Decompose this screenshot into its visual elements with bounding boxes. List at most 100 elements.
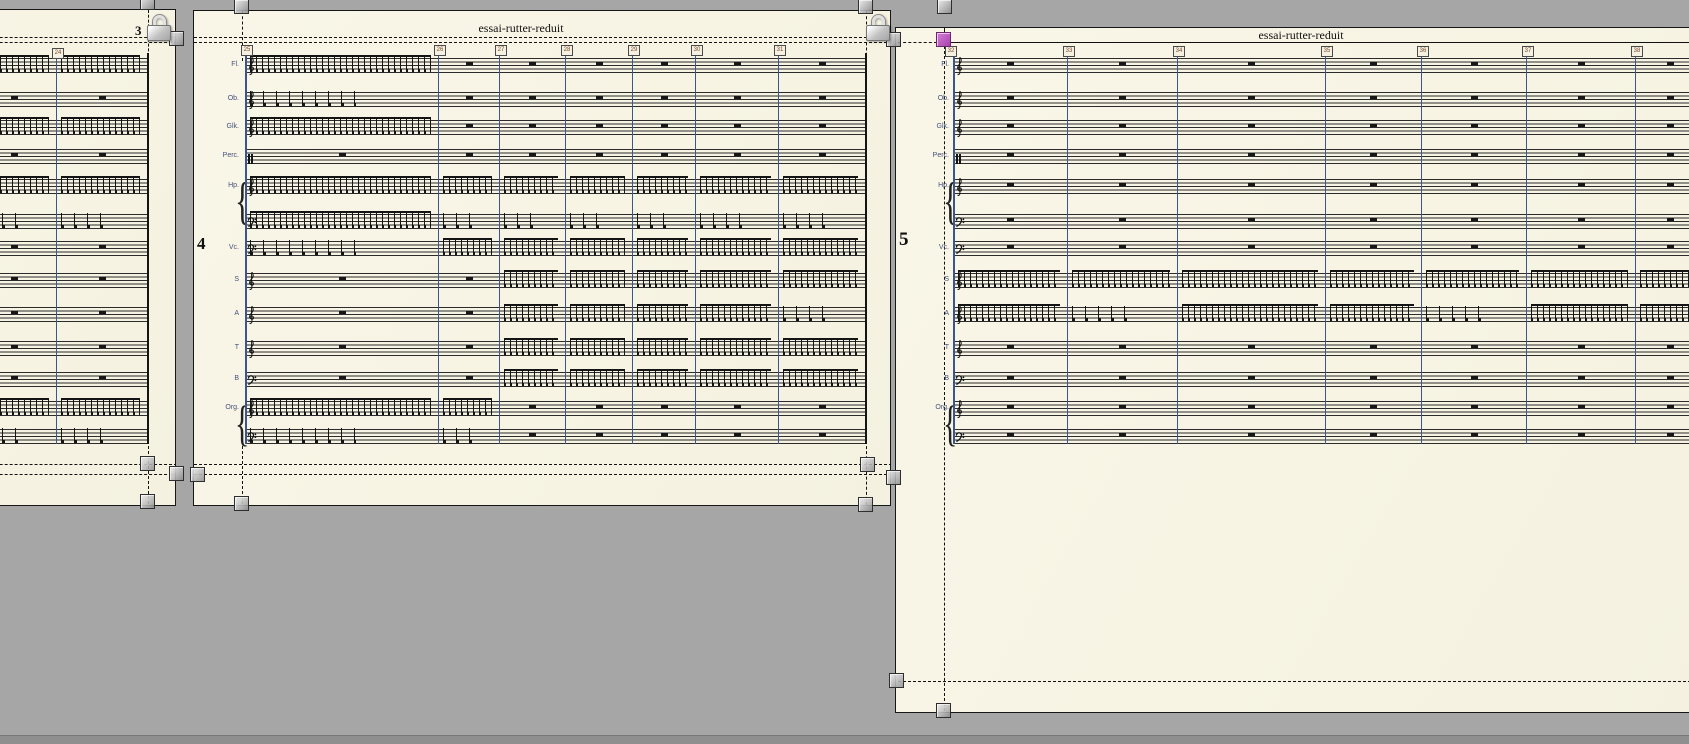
selected-margin-handle[interactable] (936, 32, 951, 47)
whole-rest (1471, 405, 1478, 408)
whole-rest (1119, 405, 1126, 408)
staff-ob (0, 92, 147, 107)
lock-icon[interactable] (146, 15, 172, 42)
bar-number-box[interactable]: 38 (1631, 46, 1643, 57)
margin-handle[interactable] (169, 466, 184, 481)
whole-rest (1471, 245, 1478, 248)
bar-number-box[interactable]: 33 (1063, 46, 1075, 57)
whole-rest (1119, 153, 1126, 156)
margin-handle[interactable] (937, 0, 952, 14)
whole-rest (1578, 62, 1585, 65)
whole-rest (1471, 376, 1478, 379)
note-run (61, 426, 111, 444)
whole-rest (1248, 62, 1255, 65)
staff-t (0, 341, 147, 356)
lock-body (866, 25, 890, 41)
whole-rest (1248, 153, 1255, 156)
margin-handle[interactable] (140, 494, 155, 509)
staff-a (0, 307, 147, 322)
margin-handle[interactable] (234, 0, 249, 14)
treble-clef-icon (247, 271, 256, 296)
page-title[interactable]: essai-rutter-reduit (478, 21, 563, 36)
whole-rest (1667, 96, 1674, 99)
staff-label-t: T (195, 344, 239, 352)
margin-handle[interactable] (858, 497, 873, 512)
bar-number-box[interactable]: 26 (434, 45, 446, 56)
note-run (1426, 304, 1484, 322)
margin-handle[interactable] (886, 470, 901, 485)
margin-handle[interactable] (936, 703, 951, 718)
note-run (700, 369, 771, 387)
bar-number-box[interactable]: 32 (945, 46, 957, 57)
score-page[interactable]: essai-rutter-reduit5Fl.Ob.Glk.Perc.Hp.{V… (895, 27, 1689, 713)
whole-rest (734, 433, 741, 436)
note-run (1182, 270, 1318, 288)
bar-number-box[interactable]: 37 (1522, 46, 1534, 57)
margin-guide (898, 681, 1689, 682)
note-run (637, 338, 688, 356)
whole-rest (339, 153, 346, 156)
note-run (1072, 304, 1133, 322)
margin-guide (898, 42, 937, 43)
bar-number-box[interactable]: 24 (52, 48, 64, 59)
note-run (637, 176, 688, 194)
bass-clef-icon (955, 215, 965, 233)
bar-number-box[interactable]: 27 (495, 45, 507, 56)
note-run (700, 338, 771, 356)
score-page[interactable]: essai-rutter-reduit4Fl.Ob.Glk.Perc.Hp.{V… (193, 10, 891, 506)
whole-rest (1248, 376, 1255, 379)
note-run (958, 304, 1060, 322)
whole-rest (1007, 218, 1014, 221)
page-number: 3 (135, 23, 142, 39)
staff-vc (0, 241, 147, 256)
whole-rest (529, 124, 536, 127)
bar-number-box[interactable]: 36 (1417, 46, 1429, 57)
whole-rest (466, 62, 473, 65)
bar-number-box[interactable]: 25 (241, 45, 253, 56)
note-run (637, 270, 688, 288)
bar-number-box[interactable]: 30 (691, 45, 703, 56)
margin-handle[interactable] (860, 457, 875, 472)
note-run (700, 270, 771, 288)
whole-rest (529, 153, 536, 156)
whole-rest (596, 62, 603, 65)
page-title[interactable]: essai-rutter-reduit (1258, 28, 1343, 43)
barline (438, 53, 439, 444)
bar-number-box[interactable]: 34 (1173, 46, 1185, 57)
treble-clef-icon (247, 305, 256, 330)
whole-rest (661, 62, 668, 65)
staff-ob (953, 92, 1689, 107)
whole-rest (1667, 433, 1674, 436)
bar-number-box[interactable]: 35 (1321, 46, 1333, 57)
staff-t (953, 341, 1689, 356)
score-page[interactable]: 3{24 (0, 9, 176, 506)
margin-handle[interactable] (889, 673, 904, 688)
margin-handle[interactable] (190, 467, 205, 482)
whole-rest (1007, 433, 1014, 436)
whole-rest (1007, 62, 1014, 65)
whole-rest (99, 376, 106, 379)
note-run (1531, 270, 1628, 288)
whole-rest (1578, 376, 1585, 379)
margin-guide (0, 42, 176, 43)
whole-rest (1370, 96, 1377, 99)
margin-handle[interactable] (140, 456, 155, 471)
whole-rest (466, 153, 473, 156)
bar-number-box[interactable]: 29 (628, 45, 640, 56)
bar-number-box[interactable]: 28 (561, 45, 573, 56)
whole-rest (1119, 62, 1126, 65)
note-run (504, 304, 558, 322)
margin-handle[interactable] (140, 0, 155, 10)
note-run (0, 55, 49, 73)
bar-number-box[interactable]: 31 (774, 45, 786, 56)
note-run (61, 55, 140, 73)
whole-rest (1119, 345, 1126, 348)
margin-handle[interactable] (234, 496, 249, 511)
lock-icon[interactable] (865, 15, 891, 42)
margin-handle[interactable] (858, 0, 873, 14)
whole-rest (734, 124, 741, 127)
note-run (61, 117, 140, 135)
note-run (570, 304, 625, 322)
whole-rest (1119, 96, 1126, 99)
staff-label-b: B (195, 375, 239, 383)
